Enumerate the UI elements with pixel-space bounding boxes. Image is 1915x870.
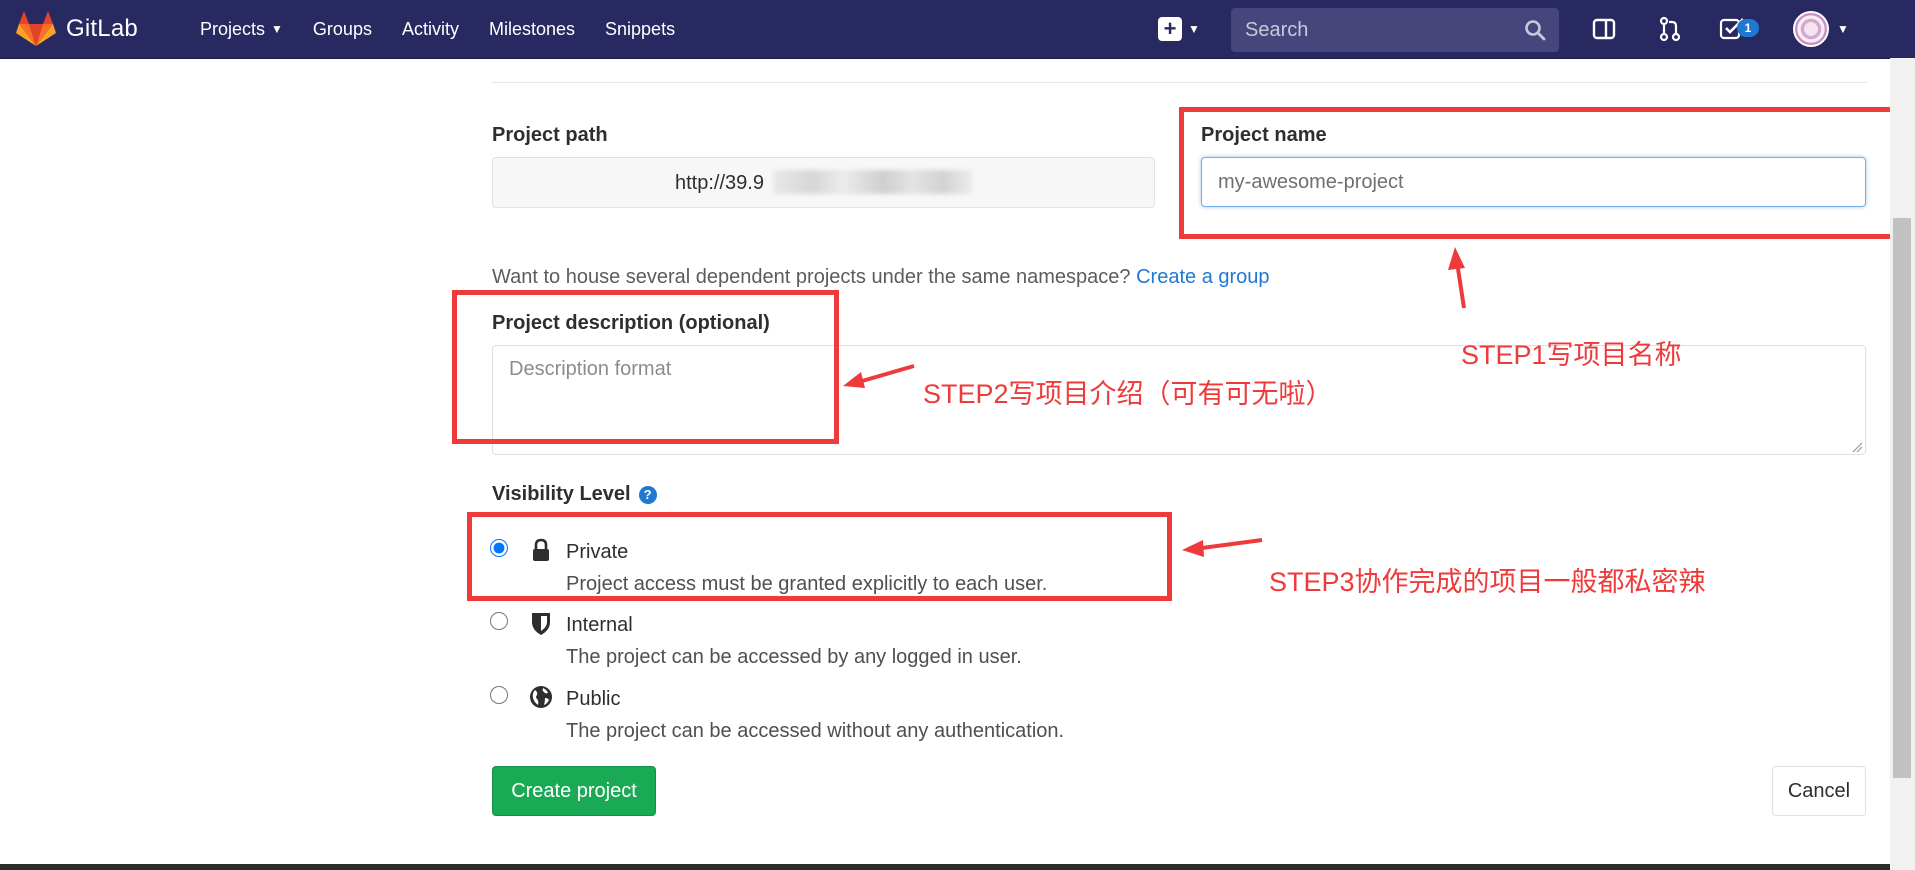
project-path-label: Project path [492,124,608,146]
chevron-down-icon: ▼ [271,22,283,36]
scrollbar-thumb[interactable] [1893,218,1911,778]
nav-snippets[interactable]: Snippets [605,19,675,40]
user-menu[interactable]: ▼ [1793,11,1849,47]
project-path-value: http://39.9 [675,172,764,194]
public-radio[interactable] [490,686,508,704]
step3-arrow-icon [1182,538,1263,557]
step3-annotation-text: STEP3协作完成的项目一般都私密辣 [1269,567,1706,597]
chevron-down-icon: ▼ [1188,22,1200,36]
nav-projects-label: Projects [200,18,266,39]
todos-link[interactable]: 1 [1719,14,1763,44]
chevron-down-icon: ▼ [1837,22,1849,36]
new-item-dropdown[interactable]: + ▼ [1158,16,1208,42]
create-group-link[interactable]: Create a group [1136,266,1269,288]
globe-icon [530,686,552,708]
step1-arrow-icon [1448,247,1466,309]
plus-icon: + [1158,17,1182,41]
gitlab-logo-icon [16,11,56,46]
public-title: Public [566,688,621,710]
brand-name: GitLab [66,15,138,42]
nav-groups[interactable]: Groups [313,19,372,40]
page-scrollbar[interactable] [1890,58,1915,870]
internal-radio[interactable] [490,612,508,630]
step3-highlight-box [467,512,1172,601]
bottom-edge-bar [0,864,1890,870]
visibility-level-label: Visibility Level [492,483,631,505]
public-description: The project can be accessed without any … [566,720,1065,742]
step2-highlight-box [452,290,839,444]
namespace-help-text: Want to house several dependent projects… [492,266,1270,289]
todo-count-badge: 1 [1737,19,1759,37]
cancel-button[interactable]: Cancel [1772,766,1866,816]
main-nav: Projects ▼ Groups Activity Milestones Sn… [200,0,705,58]
nav-activity[interactable]: Activity [402,19,459,40]
search-input[interactable] [1231,9,1523,51]
namespace-help-label: Want to house several dependent projects… [492,266,1131,288]
merge-request-icon[interactable] [1655,14,1685,44]
nav-activity-label: Activity [401,18,459,39]
internal-description: The project can be accessed by any logge… [566,646,1022,668]
nav-groups-label: Groups [312,18,372,39]
step1-annotation-text: STEP1写项目名称 [1461,340,1682,370]
nav-milestones-label: Milestones [488,18,576,39]
step1-highlight-box [1179,107,1898,239]
search-icon[interactable] [1523,18,1547,42]
internal-title: Internal [566,614,633,636]
top-navbar: GitLab Projects ▼ Groups Activity Milest… [0,0,1915,59]
nav-milestones[interactable]: Milestones [489,19,575,40]
search-box [1231,8,1559,52]
sidebar-toggle-icon[interactable] [1589,14,1619,44]
avatar [1793,11,1829,47]
create-project-button[interactable]: Create project [492,766,656,816]
resize-grip-icon[interactable] [1851,441,1863,453]
step2-annotation-text: STEP2写项目介绍（可有可无啦） [923,379,1333,409]
section-divider [492,82,1867,83]
shield-icon [532,613,550,635]
project-path-field: http://39.9 [492,157,1155,208]
nav-projects[interactable]: Projects ▼ [200,19,283,40]
question-help-icon[interactable]: ? [638,485,657,504]
visibility-level-heading: Visibility Level ? [492,483,657,506]
nav-snippets-label: Snippets [605,18,676,39]
redacted-path-blur [773,170,973,194]
gitlab-home-link[interactable]: GitLab [16,10,138,48]
